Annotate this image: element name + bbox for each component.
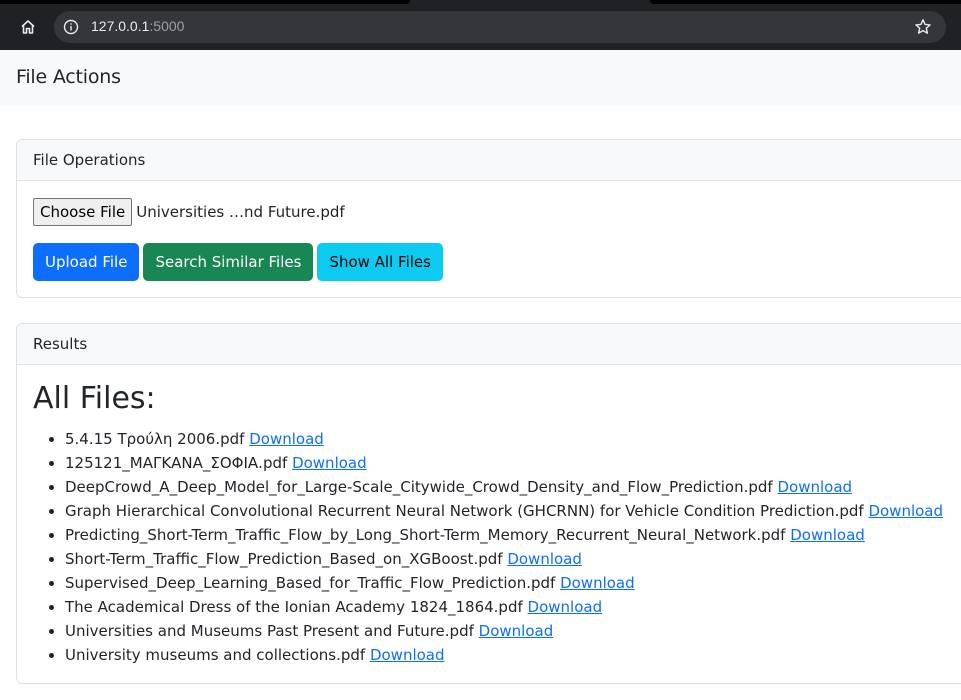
- browser-chrome: 127.0.0.1:5000: [0, 0, 961, 50]
- list-item: Predicting_Short-Term_Traffic_Flow_by_Lo…: [65, 523, 945, 547]
- selected-file-name: Universities …nd Future.pdf: [136, 203, 345, 221]
- file-input[interactable]: Choose File Universities …nd Future.pdf: [33, 197, 945, 227]
- main-container: File Operations Choose File Universities…: [0, 139, 961, 684]
- results-card: Results All Files: 5.4.15 Τρούλη 2006.pd…: [16, 323, 961, 684]
- file-operations-card: File Operations Choose File Universities…: [16, 139, 961, 298]
- file-name: DeepCrowd_A_Deep_Model_for_Large-Scale_C…: [65, 478, 773, 496]
- file-name: University museums and collections.pdf: [65, 646, 366, 664]
- file-operations-header: File Operations: [17, 140, 961, 181]
- file-name: The Academical Dress of the Ionian Acade…: [65, 598, 523, 616]
- download-link[interactable]: Download: [868, 502, 943, 520]
- navbar: File Actions: [0, 50, 961, 106]
- list-item: 5.4.15 Τρούλη 2006.pdf Download: [65, 427, 945, 451]
- tab-strip-left: [0, 0, 410, 4]
- file-name: 5.4.15 Τρούλη 2006.pdf: [65, 430, 245, 448]
- download-link[interactable]: Download: [292, 454, 367, 472]
- url-host: 127.0.0.1: [91, 18, 150, 34]
- download-link[interactable]: Download: [370, 646, 445, 664]
- download-link[interactable]: Download: [479, 622, 554, 640]
- upload-file-button[interactable]: Upload File: [33, 243, 140, 281]
- download-link[interactable]: Download: [249, 430, 324, 448]
- choose-file-button[interactable]: Choose File: [33, 198, 133, 226]
- file-name: 125121_ΜΑΓΚΑΝΑ_ΣΟΦΙΑ.pdf: [65, 454, 288, 472]
- url-port: :5000: [149, 18, 185, 34]
- file-name: Short-Term_Traffic_Flow_Prediction_Based…: [65, 550, 503, 568]
- file-name: Supervised_Deep_Learning_Based_for_Traff…: [65, 574, 556, 592]
- file-name: Predicting_Short-Term_Traffic_Flow_by_Lo…: [65, 526, 786, 544]
- star-icon[interactable]: [914, 18, 932, 36]
- info-icon[interactable]: [63, 19, 79, 35]
- address-bar[interactable]: 127.0.0.1:5000: [54, 11, 946, 43]
- list-item: DeepCrowd_A_Deep_Model_for_Large-Scale_C…: [65, 475, 945, 499]
- download-link[interactable]: Download: [507, 550, 582, 568]
- file-name: Graph Hierarchical Convolutional Recurre…: [65, 502, 864, 520]
- action-buttons: Upload File Search Similar Files Show Al…: [33, 243, 945, 281]
- tab-strip-right: [650, 0, 961, 4]
- file-name: Universities and Museums Past Present an…: [65, 622, 474, 640]
- download-link[interactable]: Download: [790, 526, 865, 544]
- home-icon[interactable]: [14, 14, 42, 40]
- results-body: All Files: 5.4.15 Τρούλη 2006.pdf Downlo…: [17, 365, 961, 683]
- navbar-brand[interactable]: File Actions: [16, 66, 121, 88]
- file-list: 5.4.15 Τρούλη 2006.pdf Download 125121_Μ…: [33, 427, 945, 667]
- list-item: Supervised_Deep_Learning_Based_for_Traff…: [65, 571, 945, 595]
- list-item: University museums and collections.pdf D…: [65, 643, 945, 667]
- results-header: Results: [17, 324, 961, 365]
- list-item: 125121_ΜΑΓΚΑΝΑ_ΣΟΦΙΑ.pdf Download: [65, 451, 945, 475]
- show-all-files-button[interactable]: Show All Files: [317, 243, 443, 281]
- list-item: The Academical Dress of the Ionian Acade…: [65, 595, 945, 619]
- search-similar-files-button[interactable]: Search Similar Files: [143, 243, 314, 281]
- list-item: Graph Hierarchical Convolutional Recurre…: [65, 499, 945, 523]
- list-item: Short-Term_Traffic_Flow_Prediction_Based…: [65, 547, 945, 571]
- results-title: All Files:: [33, 381, 156, 416]
- list-item: Universities and Museums Past Present an…: [65, 619, 945, 643]
- download-link[interactable]: Download: [560, 574, 635, 592]
- download-link[interactable]: Download: [777, 478, 852, 496]
- file-operations-body: Choose File Universities …nd Future.pdf …: [17, 181, 961, 297]
- download-link[interactable]: Download: [528, 598, 603, 616]
- url-text[interactable]: 127.0.0.1:5000: [91, 18, 184, 34]
